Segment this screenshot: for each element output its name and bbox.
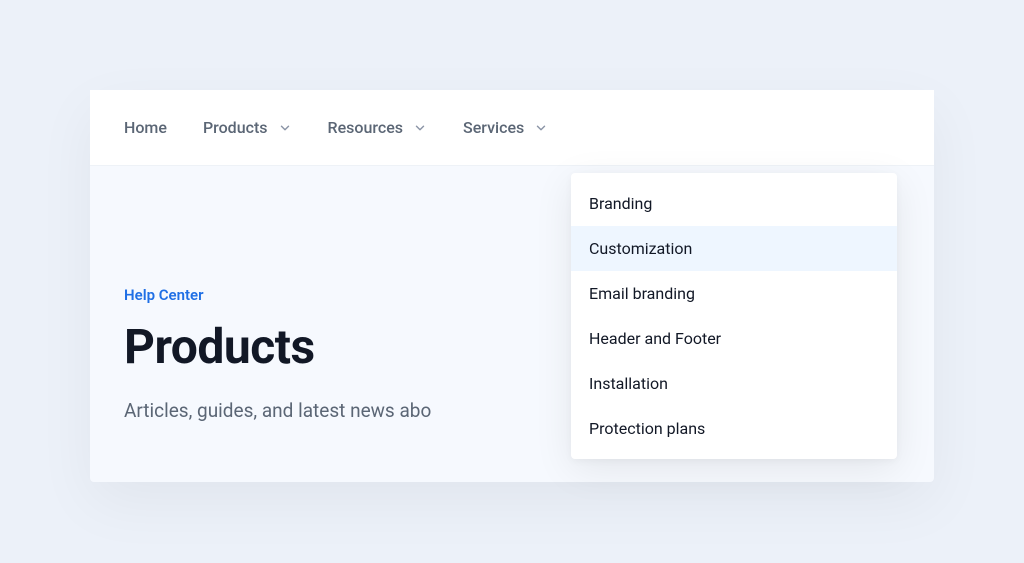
dropdown-item-email-branding[interactable]: Email branding	[571, 271, 897, 316]
nav-item-label: Home	[124, 118, 167, 137]
nav-item-label: Products	[203, 118, 268, 137]
navbar: Home Products Resources Services	[90, 90, 934, 166]
nav-item-label: Services	[463, 118, 524, 137]
dropdown-item-customization[interactable]: Customization	[571, 226, 897, 271]
dropdown-item-header-footer[interactable]: Header and Footer	[571, 316, 897, 361]
dropdown-item-installation[interactable]: Installation	[571, 361, 897, 406]
chevron-down-icon	[534, 121, 548, 135]
chevron-down-icon	[413, 121, 427, 135]
nav-item-home[interactable]: Home	[124, 118, 167, 137]
services-dropdown: Branding Customization Email branding He…	[571, 173, 897, 459]
nav-item-products[interactable]: Products	[203, 118, 292, 137]
nav-item-services[interactable]: Services	[463, 118, 548, 137]
chevron-down-icon	[278, 121, 292, 135]
nav-item-label: Resources	[328, 118, 404, 137]
dropdown-item-branding[interactable]: Branding	[571, 181, 897, 226]
dropdown-item-protection-plans[interactable]: Protection plans	[571, 406, 897, 451]
browser-frame: Home Products Resources Services	[90, 90, 934, 482]
nav-item-resources[interactable]: Resources	[328, 118, 428, 137]
